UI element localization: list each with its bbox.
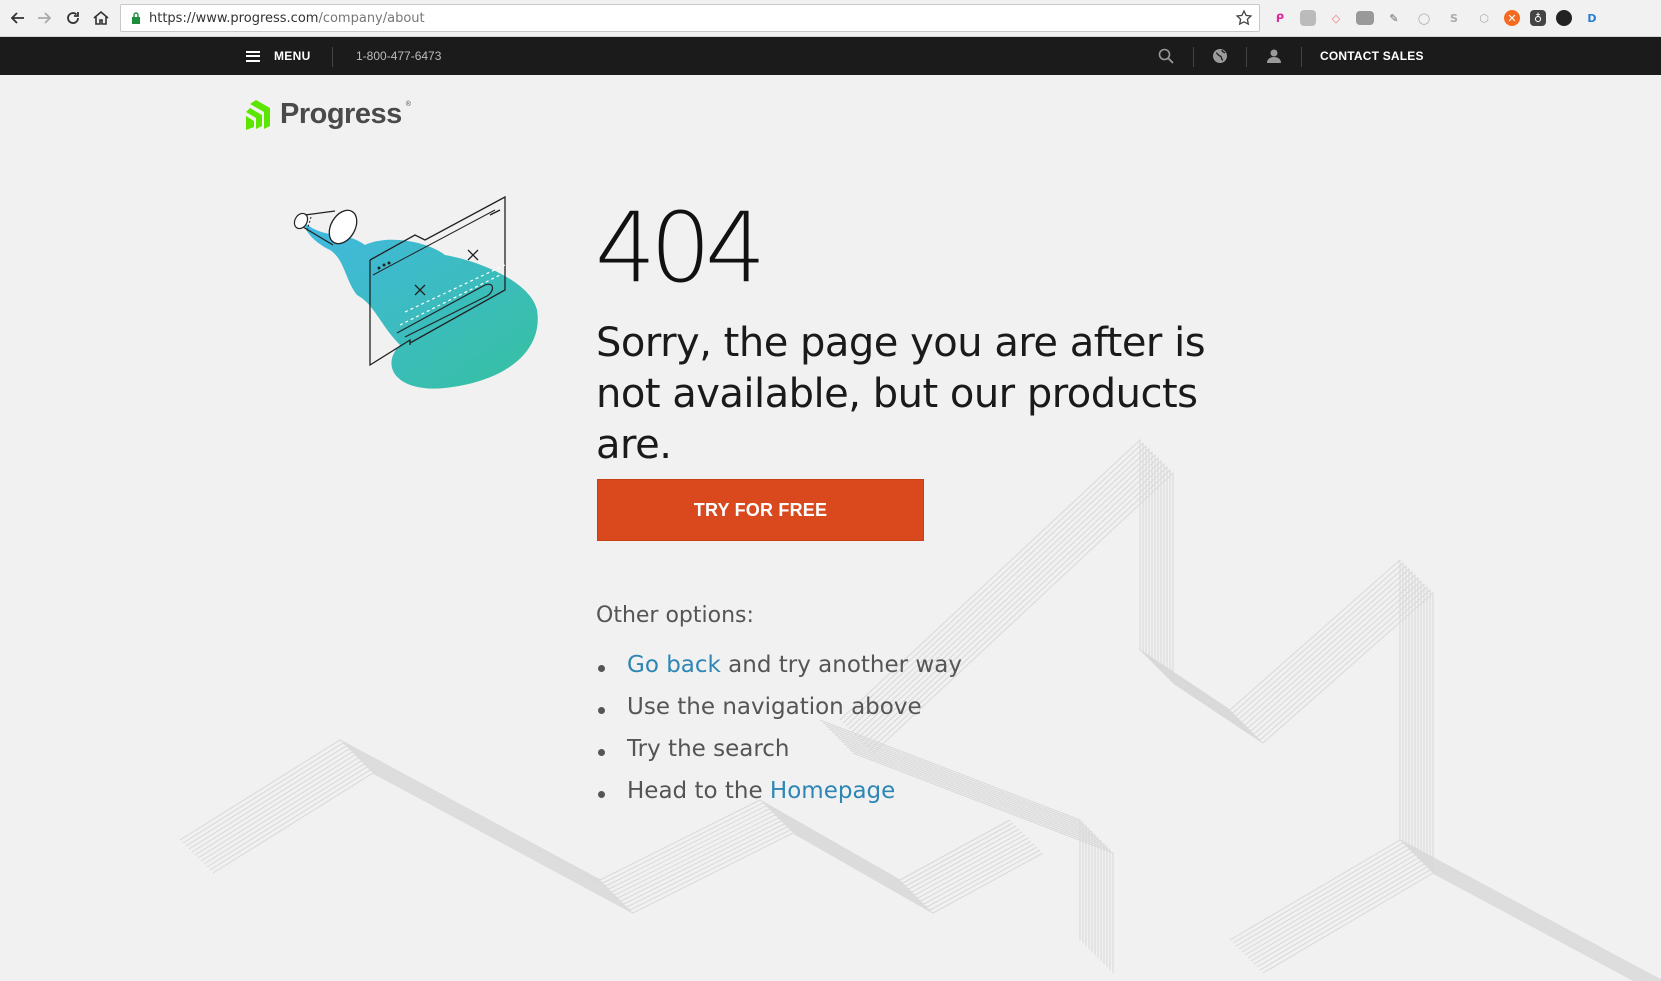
error-code: 404	[595, 192, 766, 304]
phone-number[interactable]: 1-800-477-6473	[356, 49, 441, 63]
reload-button[interactable]	[61, 6, 85, 30]
user-icon[interactable]	[1265, 47, 1283, 65]
list-item: Go back and try another way	[596, 652, 962, 694]
lock-icon	[132, 12, 140, 24]
try-for-free-button[interactable]: TRY FOR FREE	[597, 479, 924, 541]
search-icon[interactable]	[1157, 47, 1175, 65]
extension-icon[interactable]: ✕	[1504, 10, 1520, 26]
eraser-icon[interactable]: ◇	[1326, 8, 1346, 28]
go-back-link[interactable]: Go back	[627, 652, 721, 678]
menu-label: MENU	[274, 49, 311, 63]
hamburger-icon	[246, 50, 260, 62]
star-icon[interactable]	[1235, 9, 1253, 27]
spill-illustration	[293, 195, 538, 389]
option-text: and try another way	[720, 652, 962, 678]
extension-icon[interactable]: ◯	[1414, 8, 1434, 28]
extension-icon[interactable]	[1556, 10, 1572, 26]
extension-icons: ᑭ ◇ ✎ ◯ S ⬡ ✕ ♁ D	[1270, 8, 1602, 28]
background-line	[1262, 872, 1636, 981]
extension-icon[interactable]	[1356, 11, 1374, 25]
divider	[1193, 47, 1194, 67]
logo-registered-mark: ®	[405, 100, 411, 108]
error-headline: Sorry, the page you are after is not ava…	[596, 320, 1206, 468]
progress-logo[interactable]: Progress ®	[246, 94, 411, 134]
back-arrow-icon	[10, 12, 24, 24]
options-list: Go back and try another way Use the navi…	[596, 652, 962, 820]
url-path: /company/about	[318, 11, 425, 26]
extension-icon[interactable]: S	[1444, 8, 1464, 28]
other-options-title: Other options:	[596, 603, 754, 628]
extension-icon[interactable]: ᑭ	[1270, 8, 1290, 28]
address-bar[interactable]: https://www.progress.com/company/about	[120, 4, 1260, 32]
background-line	[1253, 863, 1644, 981]
home-icon	[93, 10, 109, 25]
divider	[1246, 47, 1247, 67]
option-text: Head to the	[627, 778, 770, 804]
url-host: https://www.progress.com	[149, 11, 319, 26]
eyedropper-icon[interactable]: ✎	[1384, 8, 1404, 28]
globe-icon[interactable]	[1211, 47, 1229, 65]
forward-arrow-icon	[38, 12, 52, 24]
extension-icon[interactable]	[1300, 10, 1316, 26]
browser-toolbar: https://www.progress.com/company/about ᑭ…	[0, 0, 1661, 37]
extension-icon[interactable]: ⬡	[1474, 8, 1494, 28]
logo-text: Progress	[280, 97, 402, 130]
list-item: Use the navigation above	[596, 694, 962, 736]
option-text: Use the navigation above	[627, 694, 922, 720]
forward-button[interactable]	[32, 6, 56, 30]
site-topbar: MENU 1-800-477-6473 CONTACT SALES	[0, 37, 1661, 75]
divider	[1301, 47, 1302, 67]
list-item: Head to the Homepage	[596, 778, 962, 820]
home-button[interactable]	[89, 6, 113, 30]
background-line	[1250, 860, 1646, 981]
extension-icon[interactable]: ♁	[1530, 10, 1546, 26]
extension-icon[interactable]: D	[1582, 8, 1602, 28]
reload-icon	[67, 12, 79, 24]
divider	[332, 47, 333, 67]
contact-sales-link[interactable]: CONTACT SALES	[1320, 49, 1424, 63]
background-line	[1256, 866, 1641, 981]
list-item: Try the search	[596, 736, 962, 778]
option-text: Try the search	[627, 736, 790, 762]
back-button[interactable]	[6, 6, 30, 30]
homepage-link[interactable]: Homepage	[770, 778, 895, 804]
progress-logo-icon	[246, 100, 270, 130]
url-text: https://www.progress.com/company/about	[149, 11, 425, 26]
menu-button[interactable]: MENU	[246, 37, 311, 75]
